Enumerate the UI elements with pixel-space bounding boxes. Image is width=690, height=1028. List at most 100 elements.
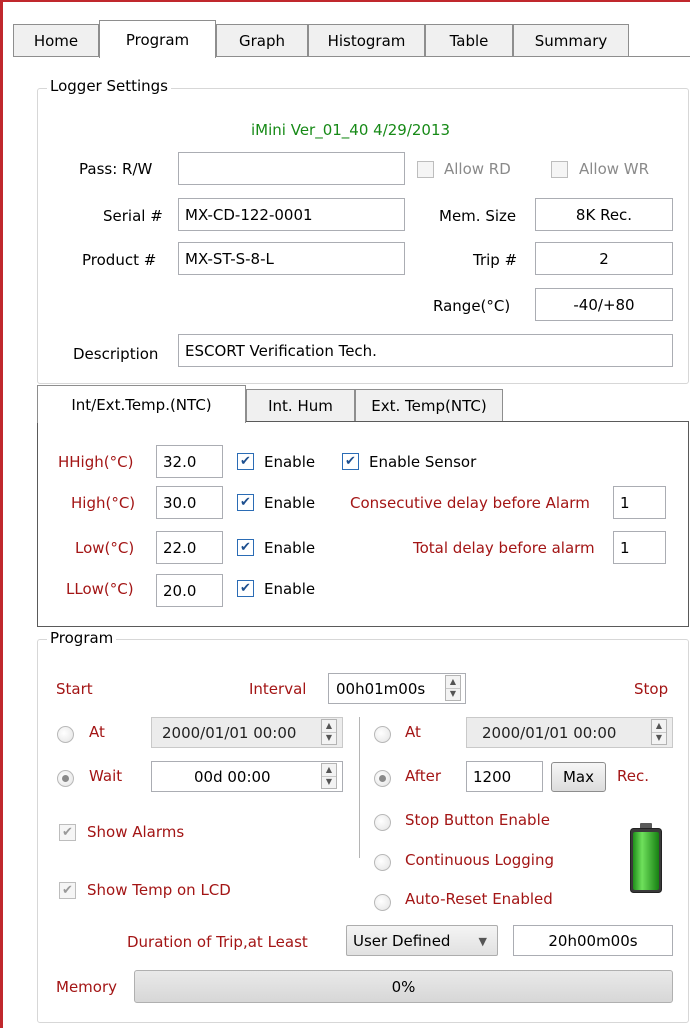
auto-reset-label: Auto-Reset Enabled xyxy=(405,890,553,908)
trip-label: Trip # xyxy=(473,251,518,269)
interval-spinner[interactable]: ▲ ▼ xyxy=(445,675,461,701)
memory-progress-text: 0% xyxy=(391,977,416,996)
show-alarms-label: Show Alarms xyxy=(87,823,185,841)
stop-at-spinner[interactable]: ▲ ▼ xyxy=(651,719,667,745)
enable-sensor-label: Enable Sensor xyxy=(369,453,477,471)
llow-enable-checkbox[interactable]: ✔ xyxy=(237,580,254,597)
allow-rd-label: Allow RD xyxy=(444,160,511,178)
stop-at-label: At xyxy=(405,723,421,741)
sensor-panel xyxy=(37,421,689,627)
mem-size-field: 8K Rec. xyxy=(535,198,673,231)
hhigh-field[interactable]: 32.0 xyxy=(156,445,223,478)
wait-field[interactable]: 00d 00:00 xyxy=(151,761,343,792)
tab-program[interactable]: Program xyxy=(99,20,216,58)
tab-summary[interactable]: Summary xyxy=(513,24,629,57)
allow-wr-checkbox[interactable] xyxy=(551,161,568,178)
show-alarms-checkbox[interactable]: ✔ xyxy=(59,824,76,841)
max-button[interactable]: Max xyxy=(551,762,606,792)
stop-button-enable-radio[interactable] xyxy=(374,814,391,831)
description-label: Description xyxy=(73,345,159,363)
spin-down-icon[interactable]: ▼ xyxy=(322,775,336,789)
low-label: Low(°C) xyxy=(75,539,135,557)
spin-down-icon[interactable]: ▼ xyxy=(446,687,460,701)
start-label: Start xyxy=(56,680,93,698)
hhigh-enable-label: Enable xyxy=(264,453,316,471)
continuous-logging-radio[interactable] xyxy=(374,854,391,871)
spin-down-icon[interactable]: ▼ xyxy=(652,731,666,745)
pass-label: Pass: R/W xyxy=(79,160,153,178)
allow-rd-checkbox[interactable] xyxy=(417,161,434,178)
trip-field: 2 xyxy=(535,242,673,275)
tab-histogram[interactable]: Histogram xyxy=(308,24,425,57)
tab-home[interactable]: Home xyxy=(13,24,99,57)
description-field[interactable]: ESCORT Verification Tech. xyxy=(178,334,673,367)
tab-int-ext-temp[interactable]: Int/Ext.Temp.(NTC) xyxy=(37,385,246,423)
enable-sensor-checkbox[interactable]: ✔ xyxy=(342,453,359,470)
high-label: High(°C) xyxy=(71,494,136,512)
tab-graph[interactable]: Graph xyxy=(216,24,308,57)
spin-up-icon[interactable]: ▲ xyxy=(322,764,336,776)
low-enable-checkbox[interactable]: ✔ xyxy=(237,539,254,556)
start-at-label: At xyxy=(89,723,105,741)
mem-size-label: Mem. Size xyxy=(439,207,517,225)
serial-label: Serial # xyxy=(103,207,163,225)
version-text: iMini Ver_01_40 4/29/2013 xyxy=(251,121,451,139)
rec-label: Rec. xyxy=(617,767,649,785)
llow-label: LLow(°C) xyxy=(66,580,134,598)
stop-button-enable-label: Stop Button Enable xyxy=(405,811,550,829)
product-field[interactable]: MX-ST-S-8-L xyxy=(178,242,405,275)
after-field[interactable]: 1200 xyxy=(466,761,543,792)
tab-ext-temp[interactable]: Ext. Temp(NTC) xyxy=(355,389,503,422)
wait-label: Wait xyxy=(89,767,123,785)
auto-reset-radio[interactable] xyxy=(374,894,391,911)
show-temp-lcd-label: Show Temp on LCD xyxy=(87,881,231,899)
stop-at-field[interactable]: 2000/01/01 00:00 xyxy=(466,717,673,748)
pass-field[interactable] xyxy=(178,152,405,185)
hhigh-label: HHigh(°C) xyxy=(58,453,134,471)
start-at-field[interactable]: 2000/01/01 00:00 xyxy=(151,717,343,748)
high-enable-checkbox[interactable]: ✔ xyxy=(237,494,254,511)
start-at-spinner[interactable]: ▲ ▼ xyxy=(321,719,337,745)
after-radio[interactable] xyxy=(374,770,391,787)
duration-label: Duration of Trip,at Least xyxy=(127,933,308,951)
chevron-down-icon: ▼ xyxy=(478,935,487,948)
program-divider xyxy=(359,717,360,858)
duration-field[interactable]: 20h00m00s xyxy=(513,925,673,956)
after-label: After xyxy=(405,767,442,785)
spin-up-icon[interactable]: ▲ xyxy=(652,720,666,732)
low-field[interactable]: 22.0 xyxy=(156,531,223,564)
duration-select[interactable]: User Defined ▼ xyxy=(346,925,498,956)
tab-int-hum[interactable]: Int. Hum xyxy=(246,389,355,422)
memory-label: Memory xyxy=(56,978,118,996)
spin-up-icon[interactable]: ▲ xyxy=(446,676,460,688)
product-label: Product # xyxy=(82,251,157,269)
consecutive-delay-field[interactable]: 1 xyxy=(613,486,666,519)
memory-progress-bar: 0% xyxy=(134,970,673,1003)
spin-down-icon[interactable]: ▼ xyxy=(322,731,336,745)
total-delay-field[interactable]: 1 xyxy=(613,531,666,564)
duration-select-value: User Defined xyxy=(353,931,451,950)
high-field[interactable]: 30.0 xyxy=(156,486,223,519)
stop-label: Stop xyxy=(634,680,669,698)
interval-label: Interval xyxy=(249,680,307,698)
show-temp-lcd-checkbox[interactable]: ✔ xyxy=(59,882,76,899)
stop-at-radio[interactable] xyxy=(374,726,391,743)
llow-enable-label: Enable xyxy=(264,580,316,598)
hhigh-enable-checkbox[interactable]: ✔ xyxy=(237,453,254,470)
llow-field[interactable]: 20.0 xyxy=(156,574,223,607)
allow-wr-label: Allow WR xyxy=(579,160,650,178)
wait-spinner[interactable]: ▲ ▼ xyxy=(321,763,337,789)
high-enable-label: Enable xyxy=(264,494,316,512)
wait-radio[interactable] xyxy=(57,770,74,787)
total-delay-label: Total delay before alarm xyxy=(413,539,595,557)
tab-table[interactable]: Table xyxy=(425,24,513,57)
continuous-logging-label: Continuous Logging xyxy=(405,851,554,869)
range-field: -40/+80 xyxy=(535,288,673,321)
serial-field[interactable]: MX-CD-122-0001 xyxy=(178,198,405,231)
spin-up-icon[interactable]: ▲ xyxy=(322,720,336,732)
logger-settings-legend: Logger Settings xyxy=(47,77,172,95)
range-label: Range(°C) xyxy=(433,297,511,315)
start-at-radio[interactable] xyxy=(57,726,74,743)
low-enable-label: Enable xyxy=(264,539,316,557)
program-legend: Program xyxy=(47,629,117,647)
